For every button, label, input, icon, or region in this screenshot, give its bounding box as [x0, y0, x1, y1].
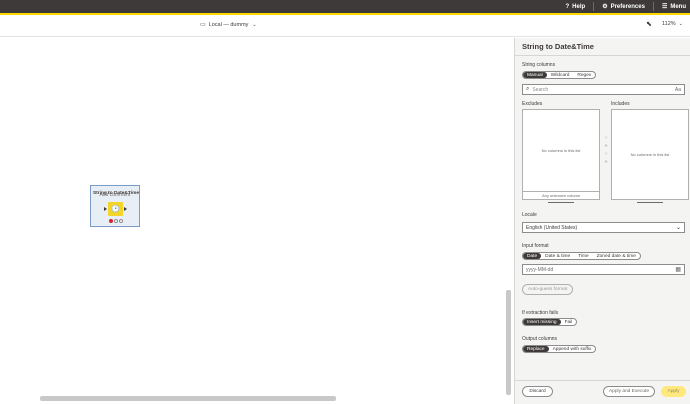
output-columns-toggle: Replace Append with suffix [522, 345, 597, 353]
empty-list-text: No columns in this list [541, 148, 581, 153]
divider [593, 2, 595, 11]
status-red-light [109, 219, 113, 223]
excludes-label: Excludes [522, 101, 543, 107]
column-search[interactable]: ⌕ Search Aa [522, 84, 685, 95]
includes-resize-handle[interactable] [637, 202, 663, 203]
node-icon[interactable]: 🕑 [108, 202, 123, 216]
panel-header: String to Date&Time [515, 38, 690, 56]
output-port[interactable] [124, 207, 127, 211]
preferences-label: Preferences [610, 3, 645, 10]
mode-manual[interactable]: Manual [523, 72, 547, 78]
node-config-panel: String to Date&Time String columns Manua… [514, 38, 690, 404]
menu-button[interactable]: ☰ Menu [661, 3, 686, 11]
apply-button[interactable]: Apply [661, 386, 686, 397]
horizontal-scrollbar[interactable] [40, 396, 336, 401]
option-fail[interactable]: Fail [561, 319, 577, 325]
case-sensitive-toggle[interactable]: Aa [675, 87, 681, 93]
includes-list[interactable]: No columns in this list [611, 109, 689, 200]
mode-wildcard[interactable]: Wildcard [547, 72, 574, 78]
help-icon: ? [565, 3, 570, 10]
add-comment-link[interactable]: Add comment [90, 192, 140, 198]
panel-title: String to Date&Time [522, 42, 594, 51]
extraction-fails-toggle: Insert missing Fail [522, 318, 578, 326]
type-date[interactable]: Date [523, 253, 542, 259]
panel-footer: Discard Apply and Execute Apply [515, 380, 690, 404]
extraction-fails-label: If extraction fails [522, 310, 559, 316]
vertical-scrollbar[interactable] [506, 290, 511, 395]
chevron-down-icon: ⌄ [675, 225, 681, 231]
auto-guess-format-button[interactable]: Auto-guess format [522, 284, 574, 295]
date-format-input[interactable]: yyyy-MM-dd ▦ [522, 264, 685, 275]
status-green-light [119, 219, 123, 223]
output-columns-label: Output columns [522, 336, 558, 342]
column-filter-mode: Manual Wildcard Regex [522, 71, 597, 79]
divider [652, 2, 654, 11]
help-link[interactable]: ? Help [566, 4, 586, 10]
string-columns-label: String columns [522, 62, 556, 68]
zoom-label: 112% [662, 21, 676, 27]
input-format-type: Date Date & time Time Zoned date & time [522, 252, 641, 260]
apply-and-execute-button[interactable]: Apply and Execute [603, 386, 655, 397]
move-right-icon[interactable]: › [603, 134, 609, 142]
menu-icon: ☰ [661, 4, 668, 10]
any-unknown-column[interactable]: Any unknown column [523, 191, 599, 199]
workflow-canvas[interactable]: String to Date&Time 🕑 Add comment [0, 38, 513, 404]
preferences-link[interactable]: ⚙ Preferences [602, 3, 645, 11]
workflow-title: Local — dummy [208, 21, 249, 28]
gear-icon: ⚙ [602, 4, 608, 10]
mode-regex[interactable]: Regex [573, 72, 595, 78]
input-port[interactable] [104, 207, 107, 211]
workflow-selector[interactable]: ▭ Local — dummy ⌄ [200, 21, 257, 29]
calendar-icon[interactable]: ▦ [675, 265, 681, 275]
chevron-down-icon: ⌄ [678, 21, 683, 27]
excludes-resize-handle[interactable] [548, 202, 574, 203]
move-all-left-icon[interactable]: « [603, 158, 609, 166]
input-format-label: Input format [522, 243, 549, 249]
locale-select[interactable]: English (United States) ⌄ [522, 222, 685, 233]
node-status-lights [109, 219, 123, 223]
transfer-buttons: › » ‹ « [603, 134, 609, 166]
locale-value: English (United States) [526, 225, 578, 231]
move-left-icon[interactable]: ‹ [603, 150, 609, 158]
discard-button[interactable]: Discard [522, 386, 553, 397]
workflow-toolbar: ▭ Local — dummy ⌄ ⬉ 112% ⌄ [0, 15, 690, 37]
status-yellow-light [114, 219, 118, 223]
zoom-selector[interactable]: 112% ⌄ [662, 21, 683, 27]
search-input[interactable]: Search [532, 87, 548, 93]
move-all-right-icon[interactable]: » [603, 142, 609, 150]
help-label: Help [572, 3, 586, 10]
includes-label: Includes [611, 101, 630, 107]
option-insert-missing[interactable]: Insert missing [523, 319, 561, 325]
menu-label: Menu [670, 3, 686, 10]
excludes-list[interactable]: No columns in this list Any unknown colu… [522, 109, 600, 200]
empty-list-text: No columns in this list [630, 152, 670, 157]
computer-icon: ▭ [200, 22, 206, 28]
clock-icon: 🕑 [111, 206, 120, 213]
selection-mode-icon[interactable]: ⬉ [646, 20, 652, 28]
option-append-with-suffix[interactable]: Append with suffix [549, 346, 596, 352]
option-replace[interactable]: Replace [523, 346, 549, 352]
type-date-time[interactable]: Date & time [541, 253, 574, 259]
search-icon: ⌕ [526, 86, 530, 92]
chevron-down-icon: ⌄ [252, 21, 257, 28]
type-time[interactable]: Time [574, 253, 592, 259]
top-bar: ? Help ⚙ Preferences ☰ Menu [0, 0, 690, 15]
locale-label: Locale [522, 212, 537, 218]
date-format-value: yyyy-MM-dd [526, 267, 554, 273]
type-zoned-date-time[interactable]: Zoned date & time [593, 253, 640, 259]
